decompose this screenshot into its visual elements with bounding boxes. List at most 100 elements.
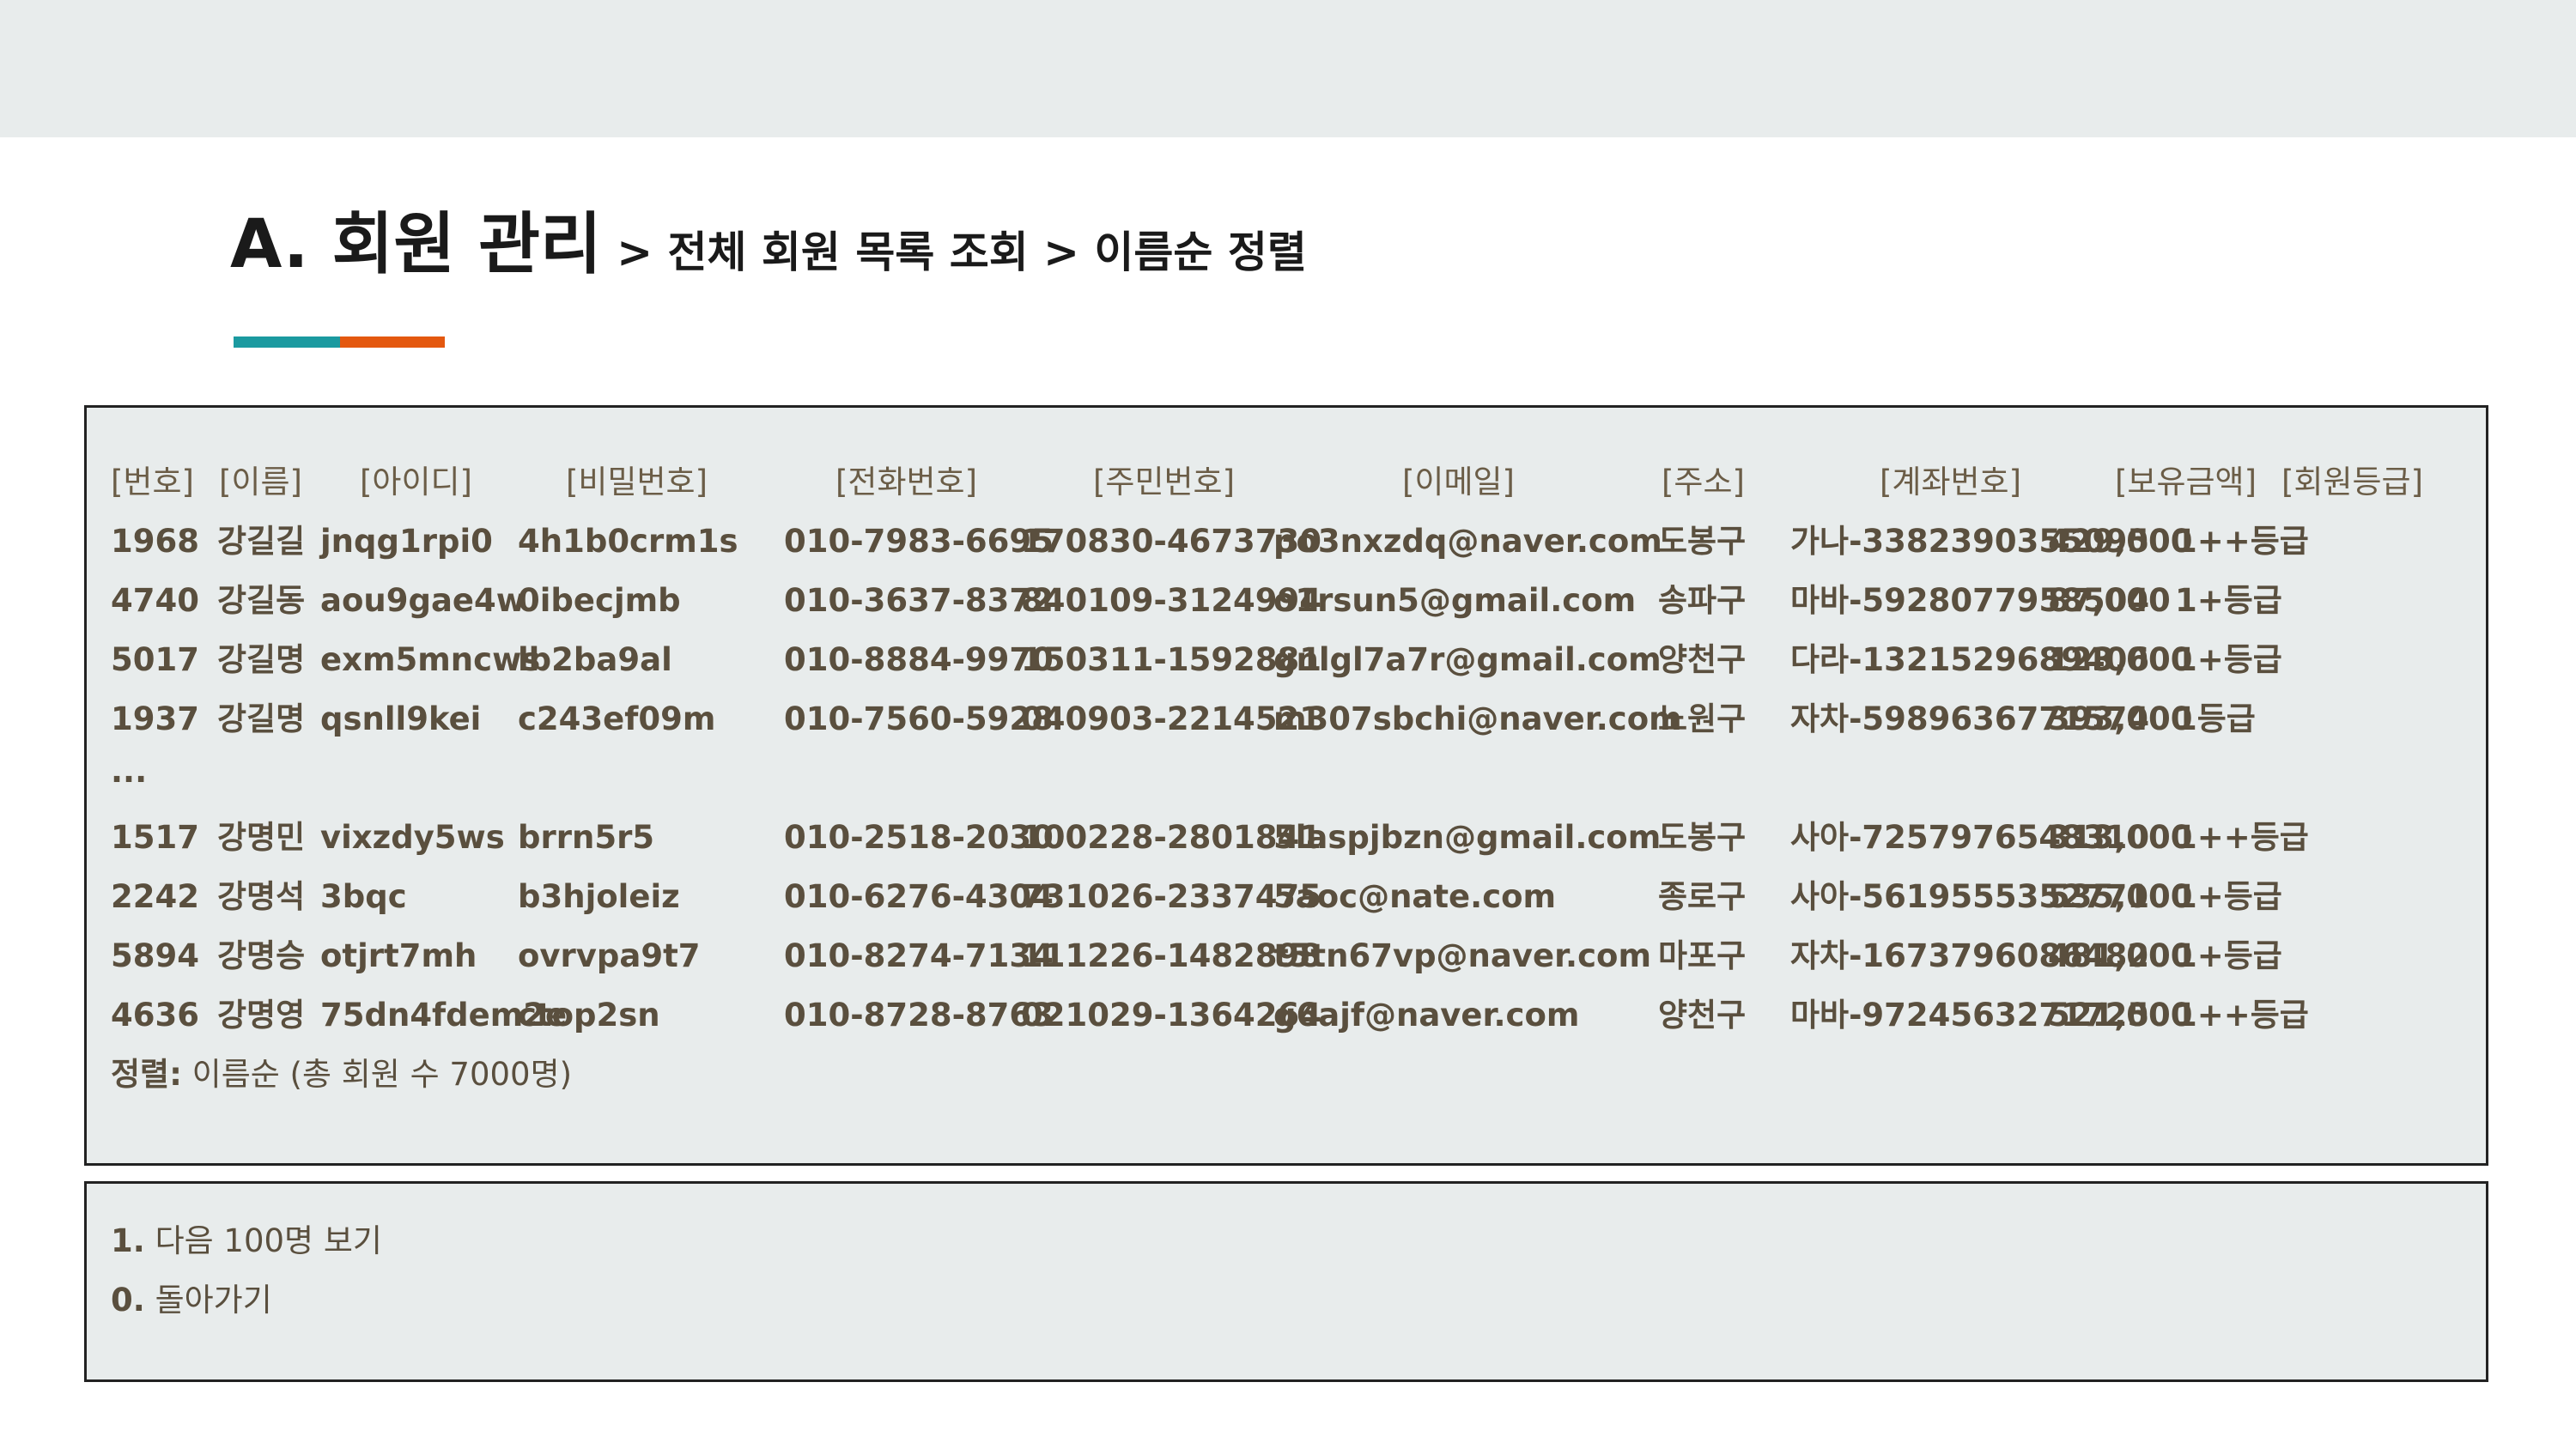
table-cell: 010-6276-4304 <box>784 878 1054 915</box>
table-cell: 5laspjbzn@gmail.com <box>1273 819 1662 856</box>
table-cell: exm5mncws <box>320 641 541 678</box>
table-cell: gnlgl7a7r@gmail.com <box>1273 641 1662 678</box>
table-row: 1937 강길명 qsnll9kei c243ef09m 010-7560-5928 04… <box>87 689 2486 749</box>
column-header: [회원등급] <box>2281 464 2424 500</box>
table-cell: po3nxzdq@naver.com <box>1273 523 1662 560</box>
menu-item-back[interactable]: 0. 돌아가기 <box>111 1274 272 1320</box>
menu-panel: 1. 다음 100명 보기 0. 돌아가기 <box>84 1181 2488 1382</box>
table-row: 5017 강길명 exm5mncws lb2ba9al 010-8884-9970 150… <box>87 630 2486 689</box>
table-cell: 도봉구 <box>1658 523 1747 560</box>
table-cell: 1517 <box>111 819 199 856</box>
table-cell: 010-8274-7134 <box>784 937 1054 974</box>
ellipsis-row: ... <box>87 742 2486 801</box>
table-cell: b3hjoleiz <box>518 878 680 915</box>
column-header: [이메일] <box>1402 464 1515 500</box>
table-cell: 1+등급 <box>2175 878 2282 915</box>
table-cell: qsnll9kei <box>320 700 482 737</box>
table-cell: otjrt7mh <box>320 937 477 974</box>
menu-item-next[interactable]: 1. 다음 100명 보기 <box>111 1215 382 1261</box>
table-cell: 노원구 <box>1658 700 1747 737</box>
table-cell: 87,000 <box>2048 582 2171 619</box>
table-row: 4740 강길동 aou9gae4w 0ibecjmb 010-3637-8372 840… <box>87 571 2486 630</box>
table-cell: 5894 <box>111 937 199 974</box>
table-cell: 2242 <box>111 878 199 915</box>
table-row: 5894 강명승 otjrt7mh ovrvpa9t7 010-8274-7134 111… <box>87 926 2486 985</box>
breadcrumb: > 전체 회원 목록 조회 > 이름순 정렬 <box>601 227 1307 277</box>
table-cell: ctop2sn <box>518 997 660 1034</box>
table-cell: 강명민 <box>217 819 306 856</box>
table-header-row: [번호] [이름] [아이디] [비밀번호] [전화번호] [주민번호] [이메일] [주소]… <box>87 452 2486 512</box>
table-cell: 1+등급 <box>2175 937 2282 974</box>
column-header: [이름] <box>219 464 302 500</box>
table-cell: 010-7560-5928 <box>784 700 1054 737</box>
table-cell: 1937 <box>111 700 199 737</box>
table-cell: 521,000 <box>2048 997 2193 1034</box>
table-cell: 010-8728-8763 <box>784 997 1054 1034</box>
table-cell: 313,000 <box>2048 819 2193 856</box>
table-cell: 010-8884-9970 <box>784 641 1054 678</box>
column-header: [아이디] <box>360 464 472 500</box>
column-header: [계좌번호] <box>1880 464 2022 500</box>
accent-bar-teal <box>234 336 340 348</box>
table-cell: g6ajf@naver.com <box>1273 997 1580 1034</box>
table-cell: t5tn67vp@naver.com <box>1273 937 1652 974</box>
table-cell: 535,000 <box>2048 878 2193 915</box>
column-header: [비밀번호] <box>566 464 708 500</box>
table-row: 1968 강길길 jnqg1rpi0 4h1b0crm1s 010-7983-6695 1… <box>87 512 2486 571</box>
table-cell: 123,000 <box>2048 641 2193 678</box>
table-row: 1517 강명민 vixzdy5ws brrn5r5 010-2518-2030 1002… <box>87 808 2486 867</box>
table-cell: 393,000 <box>2048 700 2193 737</box>
table-cell: jnqg1rpi0 <box>320 523 493 560</box>
column-header: [번호] <box>111 464 194 500</box>
table-cell: 1++등급 <box>2175 819 2309 856</box>
accent-bar-orange <box>340 336 445 348</box>
table-cell: 강길명 <box>217 641 306 678</box>
table-row: 4636 강명영 75dn4fdem2e ctop2sn 010-8728-8763 02… <box>87 985 2486 1045</box>
table-cell: m307sbchi@naver.com <box>1273 700 1682 737</box>
table-cell: 0ibecjmb <box>518 582 681 619</box>
table-cell: 4h1b0crm1s <box>518 523 738 560</box>
table-cell: 5017 <box>111 641 199 678</box>
table-cell: 1+등급 <box>2175 582 2282 619</box>
table-cell: 1968 <box>111 523 199 560</box>
sort-status: 정렬: 이름순 (총 회원 수 7000명) <box>87 1045 2486 1104</box>
table-cell: 1++등급 <box>2175 997 2309 1034</box>
table-cell: 010-3637-8372 <box>784 582 1054 619</box>
table-cell: ovrvpa9t7 <box>518 937 701 974</box>
sort-label: 정렬: <box>111 1056 182 1093</box>
table-cell: 강명승 <box>217 937 306 974</box>
table-cell: 429,000 <box>2048 523 2193 560</box>
table-cell: aou9gae4w <box>320 582 526 619</box>
table-cell: 481,000 <box>2048 937 2193 974</box>
table-cell: 도봉구 <box>1658 819 1747 856</box>
table-cell: o1rsun5@gmail.com <box>1273 582 1637 619</box>
table-cell: 1+등급 <box>2175 641 2282 678</box>
table-cell: lb2ba9al <box>518 641 672 678</box>
table-cell: vixzdy5ws <box>320 819 505 856</box>
column-header: [주민번호] <box>1093 464 1236 500</box>
table-cell: 010-2518-2030 <box>784 819 1054 856</box>
table-cell: 1등급 <box>2175 700 2256 737</box>
table-cell: 송파구 <box>1658 582 1747 619</box>
table-cell: 양천구 <box>1658 641 1747 678</box>
sort-summary: 이름순 (총 회원 수 7000명) <box>181 1056 573 1093</box>
table-cell: 4740 <box>111 582 199 619</box>
column-header: [보유금액] <box>2115 464 2257 500</box>
table-cell: 1++등급 <box>2175 523 2309 560</box>
top-band <box>0 0 2576 137</box>
page-title: A. 회원 관리 > 전체 회원 목록 조회 > 이름순 정렬 <box>230 191 1307 287</box>
table-cell: 3bqc <box>320 878 407 915</box>
column-header: [전화번호] <box>835 464 978 500</box>
table-cell: 양천구 <box>1658 997 1747 1034</box>
table-cell: 강길동 <box>217 582 306 619</box>
table-cell: 5aoc@nate.com <box>1273 878 1557 915</box>
ellipsis: ... <box>111 753 148 790</box>
column-header: [주소] <box>1662 464 1745 500</box>
table-cell: 종로구 <box>1658 878 1747 915</box>
table-cell: 강길명 <box>217 700 306 737</box>
member-list-panel: [번호] [이름] [아이디] [비밀번호] [전화번호] [주민번호] [이메일] [주소]… <box>84 405 2488 1166</box>
table-cell: 강명석 <box>217 878 306 915</box>
table-cell: c243ef09m <box>518 700 716 737</box>
page-title-main: A. 회원 관리 <box>230 206 602 283</box>
table-cell: 010-7983-6695 <box>784 523 1054 560</box>
